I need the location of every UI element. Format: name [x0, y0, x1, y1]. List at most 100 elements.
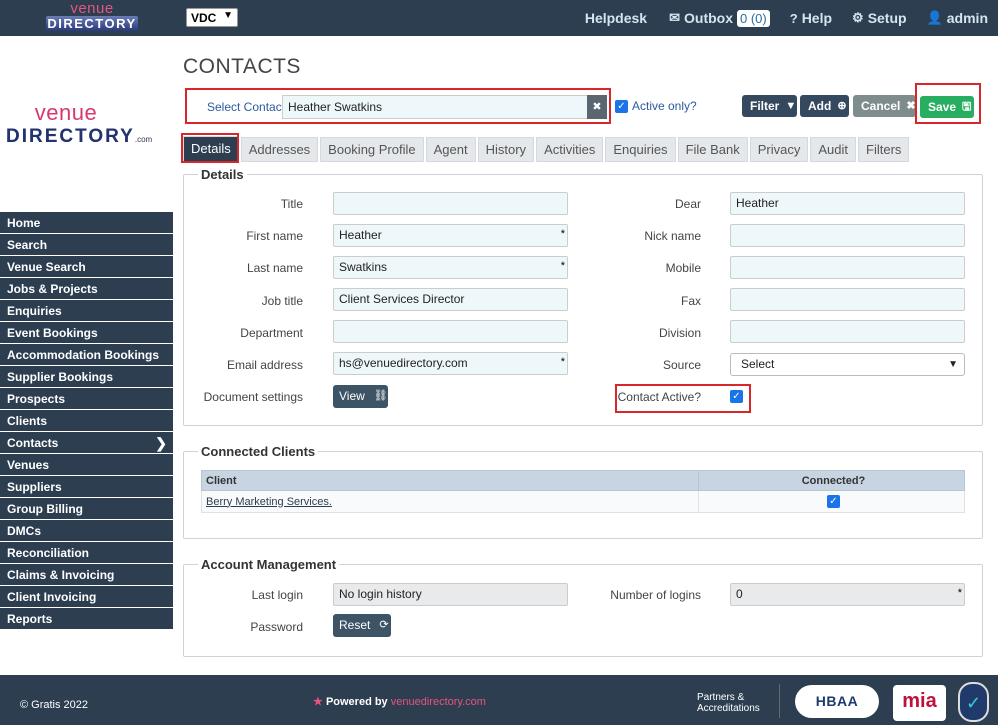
- helpdesk-link[interactable]: Helpdesk: [585, 10, 647, 26]
- instance-select[interactable]: VDC ▼: [186, 8, 238, 27]
- nick-name-field[interactable]: [730, 224, 965, 247]
- clear-contact-button[interactable]: ✖: [587, 95, 607, 119]
- details-legend: Details: [198, 167, 247, 182]
- tab-booking-profile[interactable]: Booking Profile: [320, 137, 424, 162]
- question-circle-icon: ?: [789, 10, 798, 26]
- sidebar-item-search[interactable]: Search: [0, 234, 173, 256]
- nick-name-label: Nick name: [644, 229, 701, 243]
- table-row: Berry Marketing Services. ✓: [201, 490, 965, 513]
- floppy-disk-icon: 🖫: [962, 101, 972, 113]
- account-management-legend: Account Management: [198, 557, 340, 572]
- tab-enquiries[interactable]: Enquiries: [605, 137, 676, 162]
- active-only-toggle[interactable]: ✓ Active only?: [615, 99, 697, 113]
- close-icon: ✖: [592, 101, 602, 113]
- email-label: Email address: [226, 358, 303, 372]
- account-management-panel: Account Management: [183, 557, 983, 657]
- tab-agent[interactable]: Agent: [425, 137, 476, 162]
- reset-password-button[interactable]: Reset ⟳: [333, 614, 391, 637]
- last-name-label: Last name: [246, 261, 303, 275]
- sidebar-item-accommodation-bookings[interactable]: Accommodation Bookings: [0, 344, 173, 366]
- cancel-button[interactable]: Cancel ✖: [853, 95, 916, 117]
- job-title-field[interactable]: Client Services Director: [333, 288, 568, 311]
- sidebar-item-enquiries[interactable]: Enquiries: [0, 300, 173, 322]
- refresh-icon: ⟳: [379, 619, 389, 631]
- hbaa-logo: HBAA: [795, 685, 879, 718]
- top-nav: Helpdesk ✉ Outbox 0 (0) ? Help ⚙ Setup 👤…: [585, 0, 988, 36]
- sidebar-item-prospects[interactable]: Prospects: [0, 388, 173, 410]
- document-settings-label: Document settings: [203, 390, 303, 404]
- outbox-link[interactable]: ✉ Outbox 0 (0): [669, 9, 770, 27]
- sidebar-item-claims-invoicing[interactable]: Claims & Invoicing: [0, 564, 173, 586]
- division-field[interactable]: [730, 320, 965, 343]
- title-label: Title: [280, 197, 303, 211]
- envelope-icon: ✉: [669, 10, 680, 25]
- required-mark: *: [560, 228, 565, 240]
- tab-filters[interactable]: Filters: [858, 137, 910, 162]
- sidebar-item-group-billing[interactable]: Group Billing: [0, 498, 173, 520]
- brand-logo[interactable]: venue DIRECTORY: [46, 1, 138, 34]
- partners-label: Partners & Accreditations: [697, 692, 760, 714]
- sidebar-item-client-invoicing[interactable]: Client Invoicing: [0, 586, 173, 608]
- copyright: © Gratis 2022: [20, 699, 89, 711]
- fax-field[interactable]: [730, 288, 965, 311]
- dear-field[interactable]: Heather: [730, 192, 965, 215]
- sidebar-item-event-bookings[interactable]: Event Bookings: [0, 322, 173, 344]
- client-column-header: Client: [201, 470, 699, 491]
- help-link[interactable]: ? Help: [790, 10, 832, 26]
- sidebar-item-venue-search[interactable]: Venue Search: [0, 256, 173, 278]
- contact-active-checkbox[interactable]: ✓: [730, 390, 743, 403]
- binoculars-icon: ⛓: [373, 390, 388, 402]
- last-login-field: No login history: [333, 583, 568, 606]
- sidebar-item-supplier-bookings[interactable]: Supplier Bookings: [0, 366, 173, 388]
- tab-activities[interactable]: Activities: [536, 137, 604, 162]
- user-menu[interactable]: 👤 admin: [927, 10, 988, 26]
- connected-column-header: Connected?: [698, 470, 965, 491]
- select-contact-label: Select Contact: [207, 100, 286, 114]
- sidebar-item-home[interactable]: Home: [0, 212, 173, 234]
- title-field[interactable]: [333, 192, 568, 215]
- chevron-down-icon: ▼: [223, 10, 233, 21]
- select-contact-input[interactable]: Heather Swatkins: [282, 95, 588, 119]
- tab-file-bank[interactable]: File Bank: [677, 137, 748, 162]
- sidebar-item-suppliers[interactable]: Suppliers: [0, 476, 173, 498]
- sidebar-item-reports[interactable]: Reports: [0, 608, 173, 630]
- last-name-field[interactable]: Swatkins *: [333, 256, 568, 279]
- mobile-label: Mobile: [665, 261, 701, 275]
- fax-label: Fax: [680, 294, 701, 308]
- setup-link[interactable]: ⚙ Setup: [852, 10, 907, 26]
- tab-privacy[interactable]: Privacy: [749, 137, 809, 162]
- dear-label: Dear: [674, 197, 701, 211]
- department-label: Department: [240, 326, 303, 340]
- connected-checkbox[interactable]: ✓: [827, 495, 840, 508]
- source-select[interactable]: Select ▼: [730, 353, 965, 376]
- mobile-field[interactable]: [730, 256, 965, 279]
- sidebar-item-venues[interactable]: Venues: [0, 454, 173, 476]
- star-icon: ★: [313, 696, 323, 708]
- powered-by[interactable]: ★ Powered by venuedirectory.com: [313, 695, 486, 708]
- tab-history[interactable]: History: [477, 137, 535, 162]
- contact-active-label: Contact Active?: [617, 390, 701, 404]
- client-link[interactable]: Berry Marketing Services.: [206, 496, 332, 508]
- active-only-checkbox[interactable]: ✓: [615, 99, 628, 113]
- last-login-label: Last login: [251, 588, 303, 602]
- department-field[interactable]: [333, 320, 568, 343]
- first-name-field[interactable]: Heather *: [333, 224, 568, 247]
- save-button[interactable]: Save 🖫: [920, 96, 974, 118]
- chevron-down-icon: ▼: [948, 359, 958, 370]
- details-tab-highlight: [181, 133, 239, 163]
- required-mark: *: [560, 260, 565, 272]
- email-field[interactable]: hs@venuedirectory.com *: [333, 352, 568, 375]
- sidebar-item-reconciliation[interactable]: Reconciliation: [0, 542, 173, 564]
- view-document-settings-button[interactable]: View ⛓: [333, 385, 388, 408]
- filter-button[interactable]: Filter ▼: [742, 95, 797, 117]
- number-of-logins-label: Number of logins: [610, 588, 701, 602]
- sidebar-item-jobs-projects[interactable]: Jobs & Projects: [0, 278, 173, 300]
- sidebar-item-clients[interactable]: Clients: [0, 410, 173, 432]
- tab-addresses[interactable]: Addresses: [240, 137, 319, 162]
- add-button[interactable]: Add ⊕: [800, 95, 849, 117]
- required-mark: *: [957, 587, 962, 599]
- gear-icon: ⚙: [852, 10, 864, 25]
- sidebar-item-contacts[interactable]: Contacts ❯: [0, 432, 173, 454]
- tab-audit[interactable]: Audit: [810, 137, 857, 162]
- sidebar-item-dmcs[interactable]: DMCs: [0, 520, 173, 542]
